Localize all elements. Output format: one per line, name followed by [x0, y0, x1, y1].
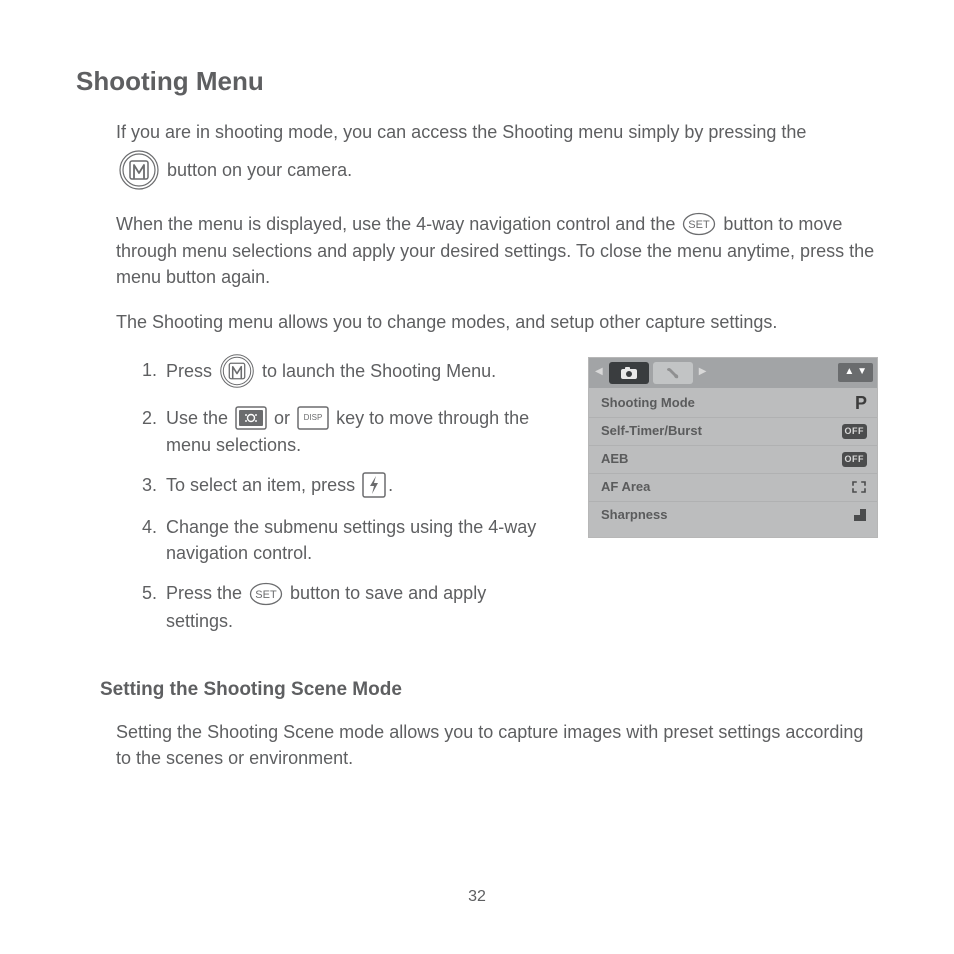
lcd-menu-list: Shooting ModePSelf-Timer/BurstOFFAEBOFFA… [589, 388, 877, 537]
flash-key-icon [362, 472, 386, 498]
sub-para: Setting the Shooting Scene mode allows y… [116, 719, 878, 771]
lcd-row: Self-Timer/Burst OFF [589, 418, 877, 446]
lcd-row-value [853, 508, 867, 522]
lcd-row-label: Self-Timer/Burst [601, 422, 702, 441]
step1-a: Press [166, 360, 217, 380]
steps-list: Press to launch the Shooting Menu. Use t… [116, 353, 558, 634]
step3-b: . [388, 475, 393, 495]
step-3: To select an item, press . [162, 472, 558, 500]
lcd-scroll-arrows: ▲ ▼ [838, 363, 873, 382]
intro1a: If you are in shooting mode, you can acc… [116, 122, 806, 142]
svg-text:SET: SET [255, 589, 277, 601]
step5-a: Press the [166, 583, 247, 603]
step-1: Press to launch the Shooting Menu. [162, 353, 558, 391]
lcd-row-value [851, 480, 867, 494]
svg-text:DISP: DISP [304, 413, 323, 422]
lcd-tab-bar: ◀ ▶ ▲ ▼ [589, 358, 877, 388]
menu-button-icon [219, 353, 255, 389]
page-number: 32 [0, 888, 954, 906]
lcd-row-value: OFF [842, 424, 868, 439]
lcd-row: AF Area [589, 474, 877, 502]
disp-key-icon: DISP [297, 406, 329, 430]
lcd-row: Shooting Mode P [589, 390, 877, 418]
step2-a: Use the [166, 408, 233, 428]
intro-para-1: If you are in shooting mode, you can acc… [116, 119, 878, 145]
camera-lcd-screenshot: ◀ ▶ ▲ ▼ [588, 357, 878, 538]
lcd-row: Sharpness [589, 502, 877, 529]
lcd-row-label: AF Area [601, 478, 650, 497]
set-button-icon: SET [682, 212, 716, 236]
lcd-row-label: Shooting Mode [601, 394, 695, 413]
lcd-row: AEB OFF [589, 446, 877, 474]
chevron-right-icon: ▶ [697, 365, 709, 380]
intro2a: When the menu is displayed, use the 4-wa… [116, 214, 680, 234]
chevron-left-icon: ◀ [593, 365, 605, 380]
subheading: Setting the Shooting Scene Mode [100, 676, 878, 704]
intro-para-3: The Shooting menu allows you to change m… [116, 309, 878, 335]
intro1b: button on your camera. [162, 160, 352, 180]
lcd-row-value: P [855, 390, 867, 416]
lcd-row-label: Sharpness [601, 506, 667, 525]
intro-para-1b: button on your camera. [116, 149, 878, 193]
lcd-tab-camera [609, 362, 649, 384]
intro-para-2: When the menu is displayed, use the 4-wa… [116, 211, 878, 290]
set-button-icon: SET [249, 582, 283, 606]
step-2: Use the or DISP [162, 405, 558, 458]
lcd-row-label: AEB [601, 450, 628, 469]
menu-button-icon [118, 149, 160, 191]
macro-key-icon [235, 406, 267, 430]
step-5: Press the SET button to save and apply s… [162, 580, 558, 633]
page-title: Shooting Menu [76, 66, 878, 97]
step3-a: To select an item, press [166, 475, 360, 495]
step2-or: or [269, 408, 295, 428]
lcd-row-value: OFF [842, 452, 868, 467]
svg-text:SET: SET [689, 219, 711, 231]
lcd-tab-wrench [653, 362, 693, 384]
step1-b: to launch the Shooting Menu. [257, 360, 496, 380]
step-4: Change the submenu settings using the 4-… [162, 514, 558, 566]
